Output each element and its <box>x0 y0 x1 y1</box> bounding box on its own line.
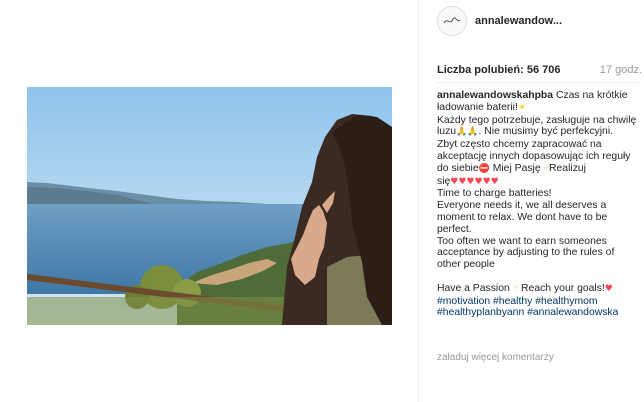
likes-label-text: Liczba polubień: <box>437 64 524 76</box>
no-entry-emoji-icon: ⛔ <box>478 163 490 174</box>
caption-paragraph-6: Too often we want to earn someones accep… <box>437 236 637 271</box>
likes-label: Liczba polubień: 56 706 <box>437 64 561 76</box>
caption-hashtags[interactable]: #motivation #healthy #healthymom #health… <box>437 296 637 320</box>
post-caption: annalewandowskahpba Czas na krótkie łado… <box>437 90 637 319</box>
user-avatar[interactable] <box>437 6 467 36</box>
praying-hands-emoji-icon: 🙏🙏 <box>456 127 479 138</box>
photo-area <box>0 0 418 402</box>
divider <box>437 82 642 83</box>
caption-line-2b: . Nie musimy być perfekcyjni. <box>478 126 614 138</box>
caption-paragraph-2: Każdy tego potrzebuje, zasługuje na chwi… <box>437 115 637 140</box>
post-time[interactable]: 17 godz. <box>600 64 642 76</box>
post-header: annalewandow... <box>437 6 637 42</box>
caption-paragraph-3: Zbyt często chcemy zapracować na akcepta… <box>437 139 637 188</box>
caption-line-4: Time to charge batteries! <box>437 188 552 200</box>
caption-paragraph-1: annalewandowskahpba Czas na krótkie łado… <box>437 90 637 115</box>
likes-count[interactable]: 56 706 <box>527 64 561 76</box>
likes-row: Liczba polubień: 56 706 17 godz. <box>437 64 642 80</box>
caption-line-5: Everyone needs it, we all deserves a mom… <box>437 200 608 235</box>
caption-line-6: Too often we want to earn someones accep… <box>437 235 615 271</box>
sun-emoji-icon: ☀ <box>517 102 526 113</box>
heart-emoji-icon: ♥♥♥♥♥♥ <box>450 176 499 187</box>
caption-paragraph-4: Time to charge batteries! <box>437 188 637 200</box>
load-more-comments-link[interactable]: załaduj więcej komentarzy <box>437 352 554 363</box>
caption-author[interactable]: annalewandowskahpba <box>437 90 553 101</box>
caption-line-7b: Reach your goals! <box>518 282 605 294</box>
post-username[interactable]: annalewandow... <box>475 15 562 27</box>
caption-line-3b: Miej Pasję <box>489 162 544 174</box>
caption-paragraph-5: Everyone needs it, we all deserves a mom… <box>437 200 637 235</box>
heart-emoji-icon: ♥ <box>604 283 613 294</box>
caption-line-7a: Have a Passion <box>437 282 513 294</box>
post-photo[interactable] <box>27 87 392 325</box>
caption-paragraph-7: Have a Passion ☝ Reach your goals!♥ <box>437 283 637 296</box>
avatar-signature-icon <box>438 7 466 35</box>
